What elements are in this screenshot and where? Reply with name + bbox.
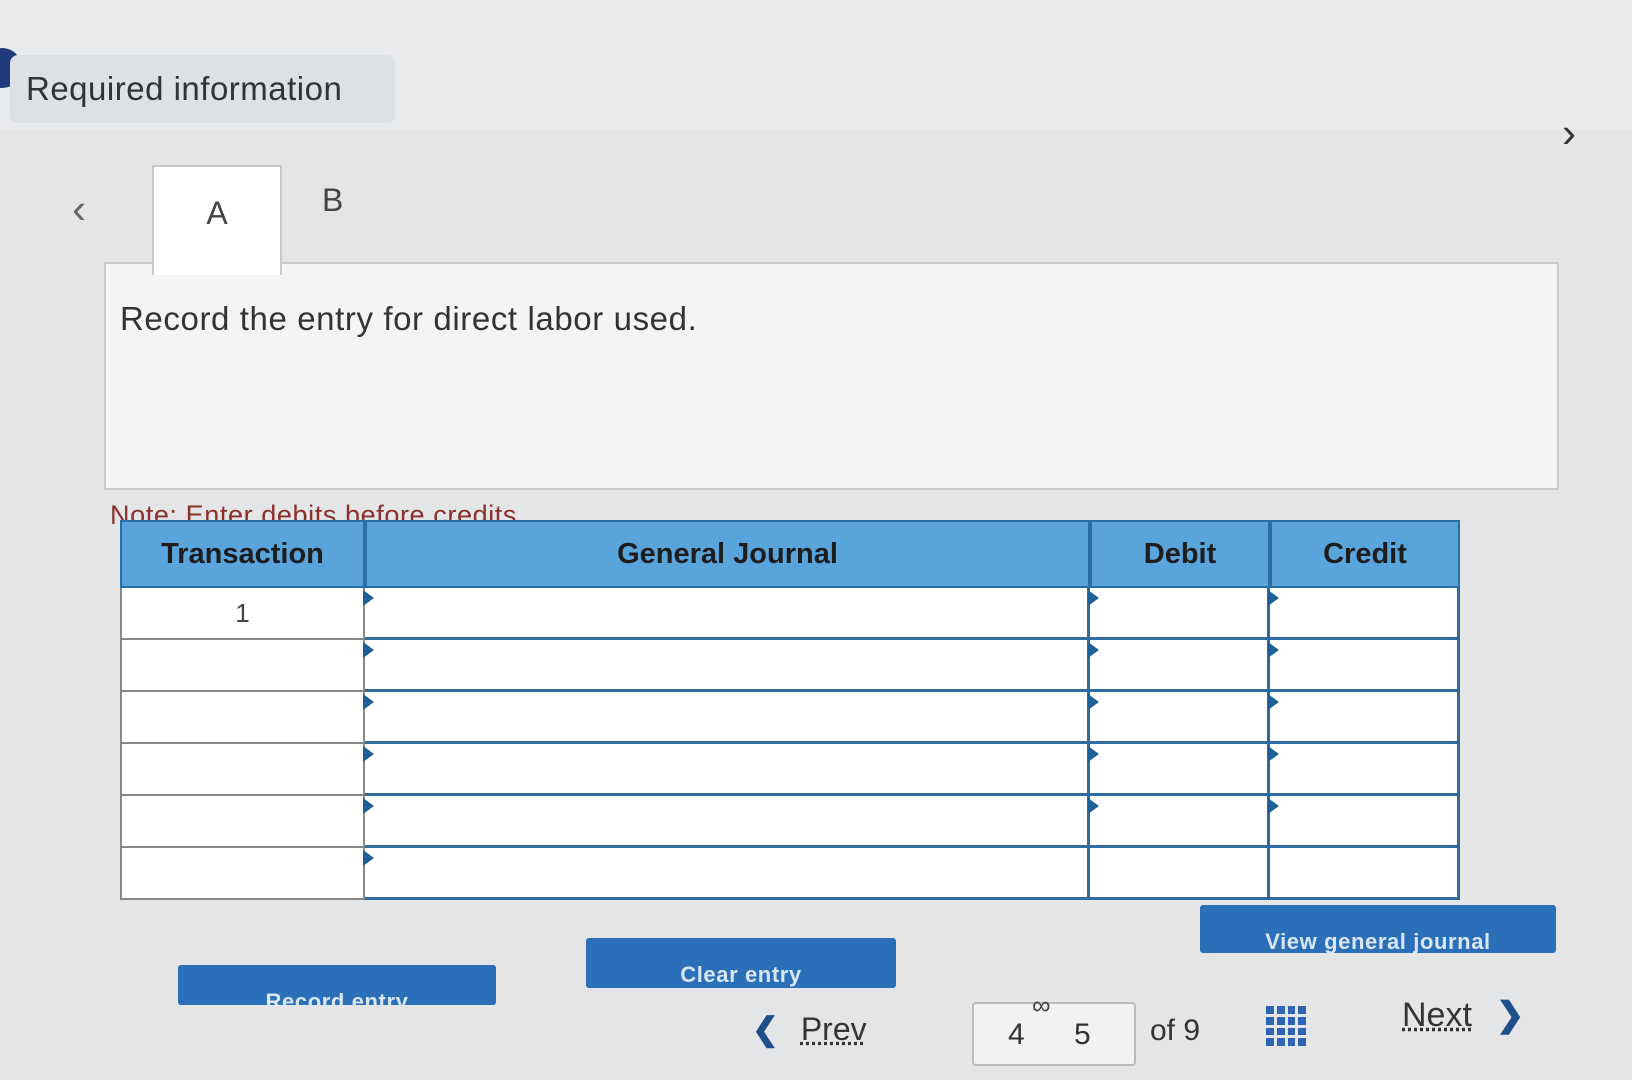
grid-cell [1266, 1027, 1274, 1036]
pagination-bar: ❮ Prev ∞ 4 5 of 9 Next ❯ [0, 990, 1632, 1080]
header-transaction: Transaction [120, 520, 365, 588]
input-flag-icon [1088, 798, 1099, 814]
next-button[interactable]: Next ❯ [1402, 995, 1524, 1035]
grid-cell [1266, 1016, 1274, 1025]
page-selector[interactable]: ∞ 4 5 [972, 990, 1136, 1066]
grid-cell [1276, 1016, 1285, 1025]
grid-cell [1266, 1038, 1274, 1046]
account-dropdown[interactable] [363, 588, 1090, 640]
tab-a[interactable]: A [152, 165, 282, 275]
dropdown-flag-icon [363, 850, 374, 866]
debit-input[interactable] [1088, 692, 1270, 744]
table-row [120, 744, 1460, 796]
table-row [120, 848, 1460, 900]
credit-input[interactable] [1268, 796, 1460, 848]
clear-entry-label: Clear entry [680, 962, 802, 987]
account-dropdown[interactable] [363, 744, 1090, 796]
journal-table: Transaction General Journal Debit Credit… [120, 520, 1460, 900]
transaction-cell [120, 640, 365, 692]
credit-input[interactable] [1268, 588, 1460, 640]
journal-header-row: Transaction General Journal Debit Credit [120, 520, 1460, 588]
link-icon: ∞ [1032, 990, 1051, 1020]
header-credit: Credit [1270, 520, 1460, 588]
dropdown-flag-icon [363, 590, 374, 606]
table-row [120, 640, 1460, 692]
grid-cell [1298, 1027, 1306, 1036]
input-flag-icon [1088, 590, 1099, 606]
input-flag-icon [1268, 642, 1279, 658]
account-dropdown[interactable] [363, 692, 1090, 744]
view-general-journal-button[interactable]: View general journal [1200, 905, 1556, 953]
tab-a-label: A [206, 195, 228, 231]
debit-input[interactable] [1088, 640, 1270, 692]
grid-cell [1298, 1006, 1306, 1014]
required-information-label: Required information [10, 55, 395, 123]
question-prompt: Record the entry for direct labor used. [120, 300, 698, 337]
input-flag-icon [1088, 746, 1099, 762]
grid-cell [1276, 1006, 1285, 1014]
transaction-cell [120, 692, 365, 744]
page-number[interactable]: 4 [1008, 1018, 1025, 1052]
header-general-journal: General Journal [365, 520, 1090, 588]
page-number[interactable]: 5 [1074, 1018, 1091, 1052]
input-flag-icon [1268, 798, 1279, 814]
transaction-cell: 1 [120, 588, 365, 640]
account-dropdown[interactable] [363, 848, 1090, 900]
dropdown-flag-icon [363, 642, 374, 658]
tab-b[interactable]: B [322, 182, 382, 232]
input-flag-icon [1088, 694, 1099, 710]
grid-cell [1287, 1027, 1296, 1036]
credit-input[interactable] [1268, 692, 1460, 744]
view-general-journal-label: View general journal [1265, 929, 1491, 953]
account-dropdown[interactable] [363, 796, 1090, 848]
account-dropdown[interactable] [363, 640, 1090, 692]
input-flag-icon [1268, 590, 1279, 606]
tab-b-label: B [322, 182, 344, 218]
debit-input[interactable] [1088, 588, 1270, 640]
clear-entry-button[interactable]: Clear entry [586, 938, 896, 988]
debit-spacer [1090, 848, 1270, 900]
credit-spacer [1270, 848, 1460, 900]
grid-cell [1298, 1016, 1306, 1025]
input-flag-icon [1268, 746, 1279, 762]
table-row [120, 796, 1460, 848]
grid-cell [1276, 1038, 1285, 1046]
debit-input[interactable] [1088, 744, 1270, 796]
question-panel: Record the entry for direct labor used. [104, 262, 1559, 490]
transaction-cell [120, 744, 365, 796]
prev-button[interactable]: ❮ Prev [752, 1010, 867, 1048]
input-flag-icon [1088, 642, 1099, 658]
transaction-cell [120, 796, 365, 848]
required-information-text: Required information [26, 70, 343, 107]
grid-cell [1276, 1027, 1285, 1036]
dropdown-flag-icon [363, 746, 374, 762]
grid-cell [1287, 1016, 1296, 1025]
dropdown-flag-icon [363, 798, 374, 814]
chevron-left-icon: ❮ [752, 1011, 779, 1047]
dropdown-flag-icon [363, 694, 374, 710]
chevron-left-icon[interactable]: ‹ [72, 188, 86, 230]
grid-icon[interactable] [1266, 1006, 1306, 1046]
grid-cell [1298, 1038, 1306, 1046]
prev-label: Prev [800, 1011, 867, 1047]
chevron-right-icon[interactable]: › [1562, 112, 1576, 154]
credit-input[interactable] [1268, 640, 1460, 692]
grid-cell [1287, 1006, 1296, 1014]
table-row: 1 [120, 588, 1460, 640]
credit-input[interactable] [1268, 744, 1460, 796]
input-flag-icon [1268, 694, 1279, 710]
chevron-right-icon: ❯ [1495, 996, 1525, 1034]
transaction-cell [120, 848, 365, 900]
grid-cell [1287, 1038, 1296, 1046]
grid-cell [1266, 1006, 1274, 1014]
debit-input[interactable] [1088, 796, 1270, 848]
next-label: Next [1402, 996, 1472, 1034]
table-row [120, 692, 1460, 744]
page-total: of 9 [1150, 1014, 1201, 1047]
header-debit: Debit [1090, 520, 1270, 588]
